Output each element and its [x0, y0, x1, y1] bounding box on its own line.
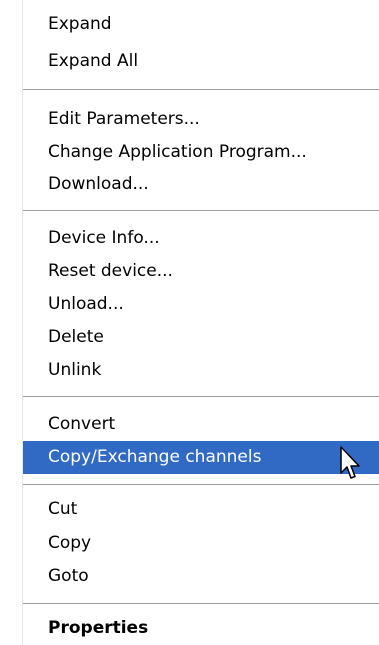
menu-item-expand-all[interactable]: Expand All	[23, 45, 379, 78]
menu-item-copy[interactable]: Copy	[23, 527, 379, 560]
menu-item-convert[interactable]: Convert	[23, 408, 379, 441]
menu-separator	[23, 484, 379, 486]
menu-separator	[23, 603, 379, 605]
menu-item-unload[interactable]: Unload...	[23, 288, 379, 321]
menu-item-delete[interactable]: Delete	[23, 321, 379, 354]
menu-separator	[23, 396, 379, 398]
menu-item-edit-parameters[interactable]: Edit Parameters...	[23, 103, 379, 136]
menu-item-change-application-program[interactable]: Change Application Program...	[23, 136, 379, 169]
menu-separator	[23, 210, 379, 212]
menu-item-cut[interactable]: Cut	[23, 493, 379, 526]
menu-item-copy-exchange-channels[interactable]: Copy/Exchange channels	[23, 441, 379, 474]
context-menu: Expand Expand All Edit Parameters... Cha…	[0, 0, 379, 645]
arrow-cursor-icon	[340, 446, 360, 479]
menu-item-properties[interactable]: Properties	[23, 612, 379, 645]
menu-item-device-info[interactable]: Device Info...	[23, 222, 379, 255]
menu-item-download[interactable]: Download...	[23, 168, 379, 201]
menu-item-reset-device[interactable]: Reset device...	[23, 255, 379, 288]
menu-item-expand[interactable]: Expand	[23, 8, 379, 41]
menu-item-unlink[interactable]: Unlink	[23, 354, 379, 387]
menu-separator	[23, 89, 379, 91]
menu-item-goto[interactable]: Goto	[23, 560, 379, 593]
